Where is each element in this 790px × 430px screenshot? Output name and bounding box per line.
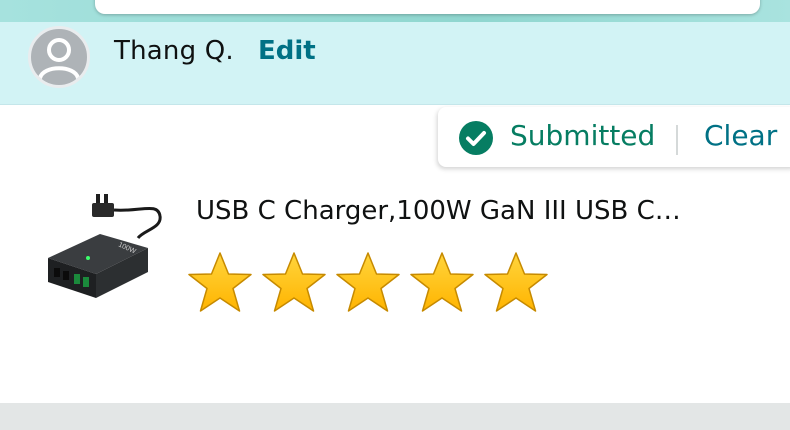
- star-rating[interactable]: [186, 250, 550, 318]
- profile-bar: Thang Q. Edit: [0, 22, 790, 105]
- check-circle-icon: [459, 121, 493, 155]
- star-icon-4[interactable]: [408, 250, 476, 318]
- top-header-strip: [0, 0, 790, 22]
- product-title[interactable]: USB C Charger,100W GaN III USB C…: [196, 196, 726, 226]
- status-divider: [676, 125, 678, 155]
- search-bar-edge[interactable]: [95, 0, 760, 14]
- avatar[interactable]: [28, 26, 90, 88]
- user-name: Thang Q.: [114, 36, 234, 66]
- star-icon-3[interactable]: [334, 250, 402, 318]
- star-icon-1[interactable]: [186, 250, 254, 318]
- review-status-card: Submitted Clear: [438, 107, 790, 167]
- section-divider-band: [0, 403, 790, 430]
- user-silhouette-icon: [38, 38, 80, 80]
- star-icon-2[interactable]: [260, 250, 328, 318]
- star-icon-5[interactable]: [482, 250, 550, 318]
- clear-button[interactable]: Clear: [704, 119, 777, 152]
- edit-profile-link[interactable]: Edit: [258, 36, 316, 66]
- product-image[interactable]: 100W: [40, 188, 165, 308]
- submitted-status-label: Submitted: [510, 119, 656, 152]
